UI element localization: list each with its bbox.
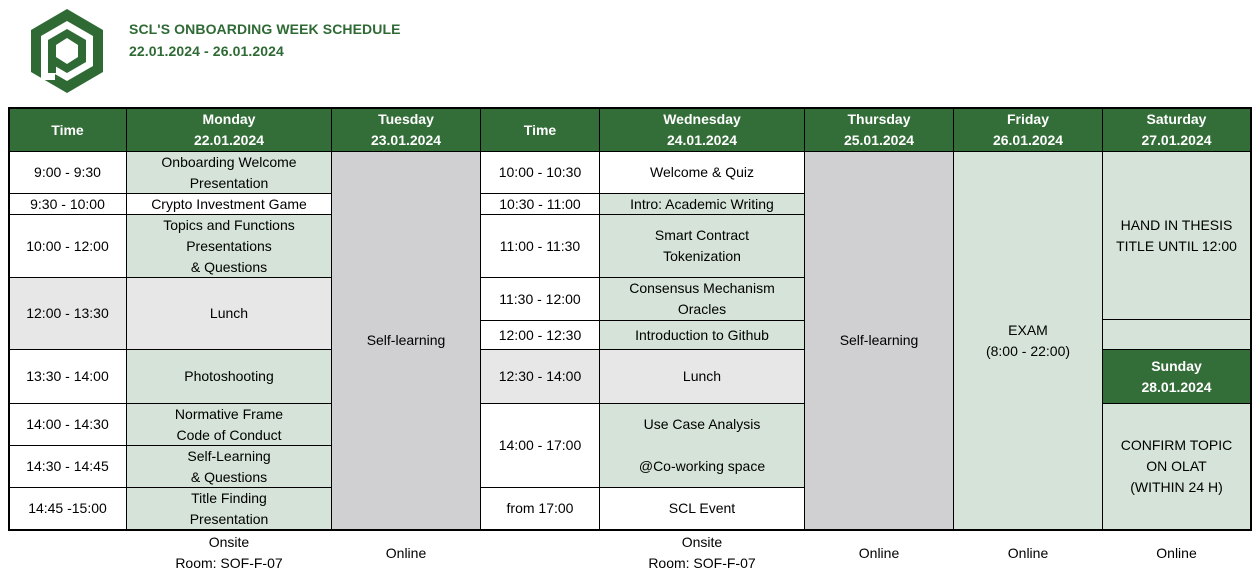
time-slot: 14:45 -15:00	[9, 488, 126, 529]
saturday-spacer	[1103, 320, 1250, 349]
tuesday-header: Tuesday 23.01.2024	[332, 109, 480, 151]
friday-header: Friday 26.01.2024	[954, 109, 1102, 151]
wednesday-event: Lunch	[600, 350, 804, 403]
tuesday-location: Online	[385, 544, 427, 561]
time-slot: 9:00 - 9:30	[9, 152, 126, 193]
monday-header: Monday 22.01.2024	[127, 109, 331, 151]
wednesday-event: Smart Contract Tokenization	[600, 215, 804, 277]
wednesday-event: SCL Event	[600, 488, 804, 529]
monday-event: Title Finding Presentation	[127, 488, 331, 529]
monday-event: Normative Frame Code of Conduct	[127, 404, 331, 445]
time-slot: from 17:00	[481, 488, 599, 529]
time-header: Time	[9, 109, 126, 151]
thursday-self-learning: Self-learning	[805, 152, 953, 529]
time-slot: 14:00 - 14:30	[9, 404, 126, 445]
friday-exam: EXAM (8:00 - 22:00)	[954, 152, 1102, 529]
time-slot: 10:00 - 10:30	[481, 152, 599, 193]
saturday-event: HAND IN THESIS TITLE UNTIL 12:00	[1103, 152, 1250, 319]
time-header: Time	[481, 109, 599, 151]
thursday-location: Online	[858, 544, 900, 561]
monday-event: Topics and Functions Presentations & Que…	[127, 215, 331, 277]
wednesday-event: Intro: Academic Writing	[600, 194, 804, 214]
monday-event: Crypto Investment Game	[127, 194, 331, 214]
sunday-event: CONFIRM TOPIC ON OLAT (WITHIN 24 H)	[1103, 404, 1250, 529]
time-slot: 10:30 - 11:00	[481, 194, 599, 214]
monday-location: Onsite Room: SOF-F-07	[175, 534, 283, 571]
monday-event: Onboarding Welcome Presentation	[127, 152, 331, 193]
wednesday-location: Onsite Room: SOF-F-07	[648, 534, 756, 571]
time-slot: 12:00 - 13:30	[9, 278, 126, 349]
monday-event: Photoshooting	[127, 350, 331, 403]
sunday-header: Sunday 28.01.2024	[1103, 350, 1250, 403]
page-title: SCL'S ONBOARDING WEEK SCHEDULE	[129, 21, 401, 37]
wednesday-header: Wednesday 24.01.2024	[600, 109, 804, 151]
time-slot: 12:30 - 14:00	[481, 350, 599, 403]
time-slot: 13:30 - 14:00	[9, 350, 126, 403]
wednesday-event: Consensus Mechanism Oracles	[600, 278, 804, 320]
wednesday-event: Welcome & Quiz	[600, 152, 804, 193]
date-range: 22.01.2024 - 26.01.2024	[129, 43, 284, 59]
thursday-header: Thursday 25.01.2024	[805, 109, 953, 151]
hexagon-logo-icon	[31, 9, 103, 93]
time-slot: 14:30 - 14:45	[9, 446, 126, 487]
time-slot: 11:00 - 11:30	[481, 215, 599, 277]
time-slot: 14:00 - 17:00	[481, 404, 599, 487]
saturday-location: Online	[1156, 544, 1197, 561]
saturday-header: Saturday 27.01.2024	[1103, 109, 1250, 151]
wednesday-event: Introduction to Github	[600, 321, 804, 349]
tuesday-self-learning: Self-learning	[332, 152, 480, 529]
time-slot: 12:00 - 12:30	[481, 321, 599, 349]
monday-event: Lunch	[127, 278, 331, 349]
friday-location: Online	[1007, 544, 1049, 561]
monday-event: Self-Learning & Questions	[127, 446, 331, 487]
wednesday-event: Use Case Analysis @Co-working space	[600, 404, 804, 487]
time-slot: 10:00 - 12:00	[9, 215, 126, 277]
time-slot: 9:30 - 10:00	[9, 194, 126, 214]
time-slot: 11:30 - 12:00	[481, 278, 599, 320]
